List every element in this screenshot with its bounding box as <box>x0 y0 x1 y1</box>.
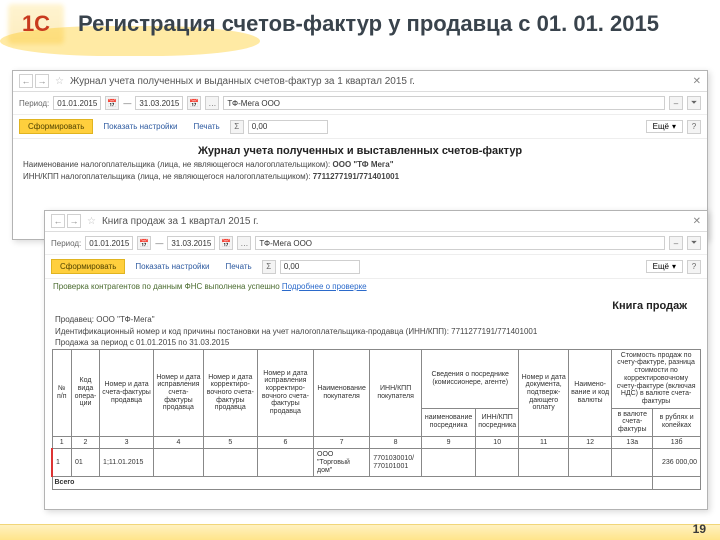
date-from-input[interactable]: 01.01.2015 <box>85 236 133 250</box>
org-picker-icon[interactable]: ⏷ <box>687 96 701 110</box>
column-number-row: 1 2 3 4 5 6 7 8 9 10 11 12 13а 13б <box>52 436 701 449</box>
print-button[interactable]: Печать <box>188 120 226 133</box>
org-clear-icon[interactable]: – <box>669 96 683 110</box>
period-more-icon[interactable]: … <box>205 96 219 110</box>
col-n: № п/п <box>52 349 71 436</box>
col-corr1: Номер и дата исправления счета-фактуры п… <box>154 349 204 436</box>
sigma-icon[interactable]: Σ <box>230 120 244 134</box>
settings-button[interactable]: Показать настройки <box>97 120 183 133</box>
toolbar-actions: Сформировать Показать настройки Печать Σ… <box>13 115 707 139</box>
more-button[interactable]: Ещё▾ <box>646 260 683 273</box>
col-in-rub: в рублях и копейках <box>653 408 701 436</box>
col-op: Код вида опера- ции <box>71 349 99 436</box>
table-total-row: Всего <box>52 477 701 490</box>
page-header: 1C Регистрация счетов-фактур у продавца … <box>0 0 720 48</box>
nav-fwd-icon[interactable]: → <box>67 214 81 228</box>
period-label: Период: <box>19 99 49 108</box>
col-sf: Номер и дата счета-фактуры продавца <box>100 349 154 436</box>
help-icon[interactable]: ? <box>687 120 701 134</box>
period-label: Период: <box>51 239 81 248</box>
chevron-down-icon: ▾ <box>672 122 676 131</box>
sales-table: № п/п Код вида опера- ции Номер и дата с… <box>51 349 701 490</box>
favorite-icon[interactable]: ☆ <box>87 216 96 227</box>
taxpayer-name-line: Наименование налогоплательщика (лица, не… <box>23 159 697 171</box>
more-button[interactable]: Ещё▾ <box>646 120 683 133</box>
date-from-picker-icon[interactable]: 📅 <box>105 96 119 110</box>
form-button[interactable]: Сформировать <box>51 259 125 274</box>
help-icon[interactable]: ? <box>687 260 701 274</box>
nav-back-icon[interactable]: ← <box>51 214 65 228</box>
form-button[interactable]: Сформировать <box>19 119 93 134</box>
doc-title: Книга продаж <box>45 294 707 314</box>
check-status-line: Проверка контрагентов по данным ФНС выпо… <box>45 279 707 294</box>
window-titlebar: ← → ☆ Книга продаж за 1 квартал 2015 г. … <box>45 211 707 232</box>
sum-field: 0,00 <box>248 120 328 134</box>
nav-fwd-icon[interactable]: → <box>35 74 49 88</box>
sigma-icon[interactable]: Σ <box>262 260 276 274</box>
org-picker-icon[interactable]: ⏷ <box>687 236 701 250</box>
toolbar-period: Период: 01.01.2015 📅 — 31.03.2015 📅 … ТФ… <box>45 232 707 255</box>
col-agent-name: наименование посредника <box>422 408 476 436</box>
footer-bar <box>0 524 720 540</box>
page-title: Регистрация счетов-фактур у продавца с 0… <box>78 12 659 36</box>
date-to-input[interactable]: 31.03.2015 <box>135 96 183 110</box>
col-cost: Стоимость продаж по счету-фактуре, разни… <box>612 349 701 408</box>
check-details-link[interactable]: Подробнее о проверке <box>282 282 367 291</box>
window-titlebar: ← → ☆ Журнал учета полученных и выданных… <box>13 71 707 92</box>
toolbar-period: Период: 01.01.2015 📅 — 31.03.2015 📅 … ТФ… <box>13 92 707 115</box>
taxpayer-inn-line: ИНН/КПП налогоплательщика (лица, не явля… <box>23 171 697 183</box>
period-more-icon[interactable]: … <box>237 236 251 250</box>
col-corr2: Номер и дата корректиро- вочного счета-ф… <box>203 349 257 436</box>
col-inn: ИНН/КПП покупателя <box>370 349 422 436</box>
date-to-input[interactable]: 31.03.2015 <box>167 236 215 250</box>
col-agent-inn: ИНН/КПП посредника <box>476 408 519 436</box>
close-icon[interactable]: ✕ <box>693 216 701 227</box>
org-clear-icon[interactable]: – <box>669 236 683 250</box>
table-row: 1 01 1;11.01.2015 ООО "Торговый дом" 770… <box>52 449 701 477</box>
page-number: 19 <box>693 522 706 536</box>
window-title: Журнал учета полученных и выданных счето… <box>70 76 415 87</box>
chevron-down-icon: ▾ <box>672 262 676 271</box>
logo-1c: 1C <box>8 4 64 44</box>
date-from-picker-icon[interactable]: 📅 <box>137 236 151 250</box>
org-input[interactable]: ТФ-Мега ООО <box>255 236 665 250</box>
doc-title: Журнал учета полученных и выставленных с… <box>13 139 707 159</box>
seller-name: Продавец: ООО "ТФ-Мега" <box>55 314 697 326</box>
nav-back-icon[interactable]: ← <box>19 74 33 88</box>
date-to-picker-icon[interactable]: 📅 <box>187 96 201 110</box>
col-buyer: Наименование покупателя <box>314 349 370 436</box>
col-cur: Наимено- вание и код валюты <box>569 349 612 436</box>
col-corr3: Номер и дата исправления корректиро- воч… <box>257 349 313 436</box>
col-pay: Номер и дата документа, подтверж- дающег… <box>519 349 569 436</box>
close-icon[interactable]: ✕ <box>693 76 701 87</box>
date-to-picker-icon[interactable]: 📅 <box>219 236 233 250</box>
favorite-icon[interactable]: ☆ <box>55 76 64 87</box>
window-sales-book: ← → ☆ Книга продаж за 1 квартал 2015 г. … <box>44 210 708 510</box>
toolbar-actions: Сформировать Показать настройки Печать Σ… <box>45 255 707 279</box>
col-in-cur: в валюте счета-фактуры <box>612 408 653 436</box>
seller-inn: Идентификационный номер и код причины по… <box>55 326 697 338</box>
settings-button[interactable]: Показать настройки <box>129 260 215 273</box>
print-button[interactable]: Печать <box>220 260 258 273</box>
period-line: Продажа за период с 01.01.2015 по 31.03.… <box>55 337 697 349</box>
org-input[interactable]: ТФ-Мега ООО <box>223 96 665 110</box>
col-agent: Сведения о посреднике (комиссионере, аге… <box>422 349 519 408</box>
window-title: Книга продаж за 1 квартал 2015 г. <box>102 216 259 227</box>
sum-field: 0,00 <box>280 260 360 274</box>
date-from-input[interactable]: 01.01.2015 <box>53 96 101 110</box>
